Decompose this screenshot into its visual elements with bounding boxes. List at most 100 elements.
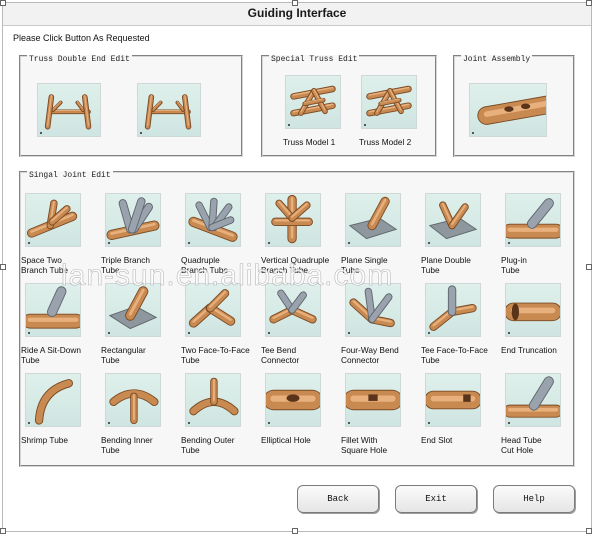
resize-handle[interactable]	[586, 0, 592, 6]
corner-dot	[28, 242, 30, 244]
corner-dot	[268, 242, 270, 244]
bending-inner-button[interactable]	[105, 373, 161, 427]
tool-label: Rectangular Tube	[101, 345, 146, 365]
space-two-branch-button[interactable]	[25, 193, 81, 247]
tee-bend-button[interactable]	[265, 283, 321, 337]
vertical-quadruple-icon	[271, 194, 313, 244]
vertical-quadruple-button[interactable]	[265, 193, 321, 247]
elliptical-hole-icon	[266, 389, 320, 411]
quadruple-branch-button[interactable]	[185, 193, 241, 247]
corner-dot	[108, 242, 110, 244]
back-button[interactable]: Back	[297, 485, 379, 513]
plane-double-button[interactable]	[425, 193, 481, 247]
truss-double-end-button[interactable]	[37, 83, 101, 137]
resize-handle[interactable]	[0, 264, 6, 270]
truss-double-end-icon	[44, 94, 92, 130]
shrimp-tube-icon	[34, 379, 73, 425]
resize-handle[interactable]	[0, 0, 6, 6]
head-tube-cut-hole-button[interactable]	[505, 373, 561, 427]
triple-branch-button[interactable]	[105, 193, 161, 247]
tool-label: Truss Model 1	[283, 137, 336, 147]
end-slot-button[interactable]	[425, 373, 481, 427]
resize-handle[interactable]	[292, 0, 298, 6]
four-way-bend-button[interactable]	[345, 283, 401, 337]
tool-label: Elliptical Hole	[261, 435, 311, 445]
exit-button[interactable]: Exit	[395, 485, 477, 513]
corner-dot	[188, 332, 190, 334]
tool-label: Head Tube Cut Hole	[501, 435, 542, 455]
corner-dot	[508, 422, 510, 424]
tool-label: Tee Bend Connector	[261, 345, 300, 365]
two-face-icon	[188, 289, 236, 328]
bending-inner-icon	[109, 389, 159, 425]
tool-label: Bending Inner Tube	[101, 435, 153, 455]
corner-dot	[268, 422, 270, 424]
corner-dot	[188, 422, 190, 424]
end-truncation-button[interactable]	[505, 283, 561, 337]
tool-label: Truss Model 2	[359, 137, 412, 147]
corner-dot	[28, 422, 30, 424]
corner-dot	[188, 242, 190, 244]
resize-handle[interactable]	[586, 264, 592, 270]
tee-bend-icon	[269, 289, 317, 324]
ride-sit-down-button[interactable]	[25, 283, 81, 337]
tool-label: Two Face-To-Face Tube	[181, 345, 250, 365]
tool-label: Four-Way Bend Connector	[341, 345, 399, 365]
instruction-text: Please Click Button As Requested	[13, 33, 150, 43]
corner-dot	[428, 332, 430, 334]
corner-dot	[140, 132, 142, 134]
tool-label: End Slot	[421, 435, 453, 445]
two-face-to-face-button[interactable]	[185, 283, 241, 337]
joint-assembly-button[interactable]	[469, 83, 547, 137]
rectangular-tube-button[interactable]	[105, 283, 161, 337]
quadruple-branch-icon	[188, 197, 238, 242]
tool-label: Triple Branch Tube	[101, 255, 151, 275]
tool-label: Plug-in Tube	[501, 255, 527, 275]
tool-label: Ride A Sit-Down Tube	[21, 345, 81, 365]
window-title: Guiding Interface	[247, 6, 347, 20]
resize-handle[interactable]	[292, 528, 298, 534]
fillet-square-hole-icon	[346, 389, 400, 411]
truss-model-icon	[366, 85, 412, 117]
four-way-bend-icon	[349, 287, 395, 328]
tool-label: Fillet With Square Hole	[341, 435, 388, 455]
fillet-square-hole-button[interactable]	[345, 373, 401, 427]
group-title: Joint Assembly	[461, 55, 533, 64]
help-button[interactable]: Help	[493, 485, 575, 513]
tool-label: Plane Single Tube	[341, 255, 388, 275]
truss-double-end-icon	[144, 94, 192, 130]
tool-label: Plane Double Tube	[421, 255, 471, 275]
tool-label: Shrimp Tube	[21, 435, 69, 445]
resize-handle[interactable]	[0, 528, 6, 534]
plane-double-icon	[428, 201, 478, 240]
truss-model-2-button[interactable]	[361, 75, 417, 129]
end-slot-icon	[426, 390, 480, 410]
plug-in-button[interactable]	[505, 193, 561, 247]
head-tube-cut-icon	[506, 376, 560, 418]
truss-model-icon	[290, 85, 336, 117]
corner-dot	[40, 132, 42, 134]
tee-face-icon	[429, 285, 477, 331]
bending-outer-button[interactable]	[185, 373, 241, 427]
corner-dot	[348, 332, 350, 334]
truss-model-1-button[interactable]	[285, 75, 341, 129]
corner-dot	[508, 242, 510, 244]
tool-label: Space Two Branch Tube	[21, 255, 69, 275]
corner-dot	[508, 332, 510, 334]
tool-label: Tee Face-To-Face Tube	[421, 345, 488, 365]
corner-dot	[348, 242, 350, 244]
truss-double-end-button[interactable]	[137, 83, 201, 137]
group-title: Special Truss Edit	[269, 55, 360, 64]
ride-sit-down-icon	[26, 286, 80, 329]
resize-handle[interactable]	[586, 528, 592, 534]
corner-dot	[428, 242, 430, 244]
corner-dot	[348, 422, 350, 424]
group-title: Singal Joint Edit	[27, 171, 113, 180]
tee-face-to-face-button[interactable]	[425, 283, 481, 337]
plane-single-button[interactable]	[345, 193, 401, 247]
rectangular-tube-icon	[108, 286, 158, 330]
plane-single-icon	[348, 196, 398, 240]
elliptical-hole-button[interactable]	[265, 373, 321, 427]
shrimp-tube-button[interactable]	[25, 373, 81, 427]
group-title: Truss Double End Edit	[27, 55, 132, 64]
